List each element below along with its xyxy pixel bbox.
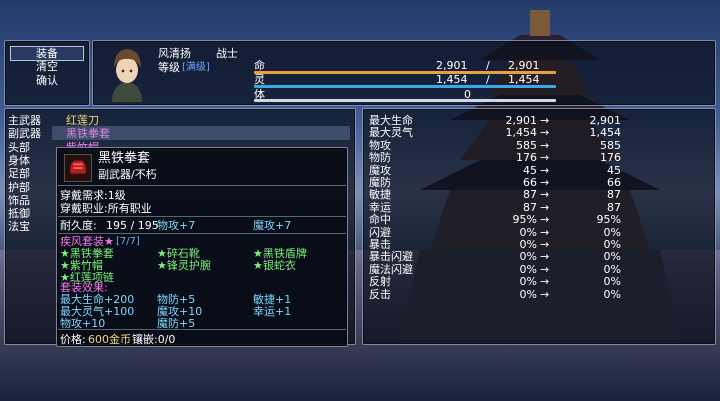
stat-arrow-icon: →: [540, 188, 550, 202]
character-class: 战士: [216, 47, 238, 60]
stat-new: 2,901: [589, 114, 622, 127]
set-effect: 幸运+1: [253, 305, 292, 318]
slot-label[interactable]: 抵御: [8, 207, 30, 220]
stat-arrow-icon: →: [540, 176, 550, 189]
stat-arrow-icon: →: [540, 151, 550, 165]
stat-new: 45: [607, 163, 621, 177]
item-type: 副武器/不朽: [98, 168, 157, 181]
level-label: 等级: [158, 61, 180, 74]
item-magic-attack: 魔攻+7: [253, 219, 292, 232]
menu-item-1[interactable]: 清空: [10, 60, 84, 73]
stat-new: 1,454: [589, 126, 622, 140]
stat-name: 最大灵气: [369, 126, 413, 140]
stat-current: 176: [516, 151, 537, 165]
stat-new: 0%: [603, 250, 621, 264]
stat-arrow-icon: →: [540, 200, 550, 214]
character-portrait: [106, 44, 148, 102]
stat-current: 95%: [512, 213, 537, 227]
stat-current: 87: [523, 200, 537, 214]
stat-current: 1,454: [505, 126, 538, 140]
menu-item-2[interactable]: 确认: [10, 74, 84, 87]
stat-current: 0%: [519, 250, 537, 264]
slot-label[interactable]: 法宝: [8, 220, 30, 233]
mp-bar-fill: [254, 85, 556, 88]
slot-label[interactable]: 副武器: [8, 127, 41, 140]
stat-arrow-icon: →: [540, 225, 550, 239]
stat-arrow-icon: →: [540, 238, 550, 251]
slot-label[interactable]: 主武器: [8, 114, 41, 127]
stat-current: 2,901: [505, 114, 538, 127]
stat-arrow-icon: →: [540, 163, 550, 177]
character-name: 风清扬: [158, 47, 191, 60]
tooltip-divider-2: [58, 216, 346, 217]
level-value: [满级]: [182, 62, 210, 73]
item-req-class: 穿戴职业:所有职业: [60, 202, 152, 215]
stat-name: 魔法闪避: [369, 262, 413, 276]
stat-new: 0%: [603, 275, 621, 289]
stat-current: 66: [523, 176, 537, 189]
stat-new: 0%: [603, 225, 621, 239]
stats-window: [362, 108, 716, 345]
stat-new: 87: [607, 200, 621, 214]
stat-arrow-icon: →: [540, 275, 550, 289]
stamina-bar-track: [254, 99, 556, 102]
slot-label[interactable]: 饰品: [8, 194, 30, 207]
stat-current: 0%: [519, 287, 537, 301]
set-item: ★锋灵护腕: [157, 259, 211, 272]
slot-label[interactable]: 护部: [8, 181, 30, 194]
stat-name: 闪避: [369, 225, 391, 239]
slot-label[interactable]: 身体: [8, 154, 30, 167]
item-name: 黑铁拳套: [98, 151, 151, 166]
stat-new: 0%: [603, 262, 621, 276]
durability-value: 195 / 195: [106, 219, 159, 232]
item-attack: 物攻+7: [157, 219, 196, 232]
stat-new: 585: [600, 138, 621, 152]
stat-arrow-icon: →: [540, 213, 550, 227]
stat-new: 95%: [596, 213, 621, 227]
stat-name: 反射: [369, 275, 391, 289]
tooltip-divider-4: [58, 329, 346, 330]
item-icon: [64, 154, 92, 182]
stat-current: 585: [516, 138, 537, 152]
stat-name: 幸运: [369, 200, 391, 214]
stat-current: 45: [523, 163, 537, 177]
tooltip-divider-3: [58, 233, 346, 234]
stat-new: 66: [607, 176, 621, 189]
stat-new: 0%: [603, 287, 621, 301]
item-req-level: 穿戴需求:1级: [60, 189, 126, 202]
stat-new: 176: [600, 151, 621, 165]
stat-name: 敏捷: [369, 188, 391, 202]
stat-current: 0%: [519, 225, 537, 239]
stat-new: 0%: [603, 238, 621, 251]
stat-current: 0%: [519, 262, 537, 276]
price-label: 价格:: [60, 333, 86, 346]
slot-label[interactable]: 足部: [8, 167, 30, 180]
stat-current: 0%: [519, 238, 537, 251]
slot-label[interactable]: 头部: [8, 141, 30, 154]
set-count: [7/7]: [116, 236, 140, 247]
stat-name: 暴击闪避: [369, 250, 413, 264]
slot-selection-highlight: [52, 126, 350, 140]
set-item: ★银蛇衣: [253, 259, 296, 272]
stat-arrow-icon: →: [540, 262, 550, 276]
socket-info: 镶嵌:0/0: [132, 333, 176, 346]
stat-new: 87: [607, 188, 621, 202]
stat-name: 反击: [369, 287, 391, 301]
stat-name: 命中: [369, 213, 391, 227]
stat-arrow-icon: →: [540, 250, 550, 264]
stat-name: 物攻: [369, 138, 391, 152]
durability-label: 耐久度:: [60, 219, 97, 232]
stat-current: 0%: [519, 275, 537, 289]
price-value: 600金币: [88, 333, 131, 346]
stat-arrow-icon: →: [540, 114, 550, 127]
stat-name: 魔攻: [369, 163, 391, 177]
stat-arrow-icon: →: [540, 138, 550, 152]
stat-name: 物防: [369, 151, 391, 165]
stat-arrow-icon: →: [540, 287, 550, 301]
tooltip-divider-1: [58, 185, 346, 186]
stat-arrow-icon: →: [540, 126, 550, 140]
stat-current: 87: [523, 188, 537, 202]
menu-item-0[interactable]: 装备: [10, 46, 84, 61]
